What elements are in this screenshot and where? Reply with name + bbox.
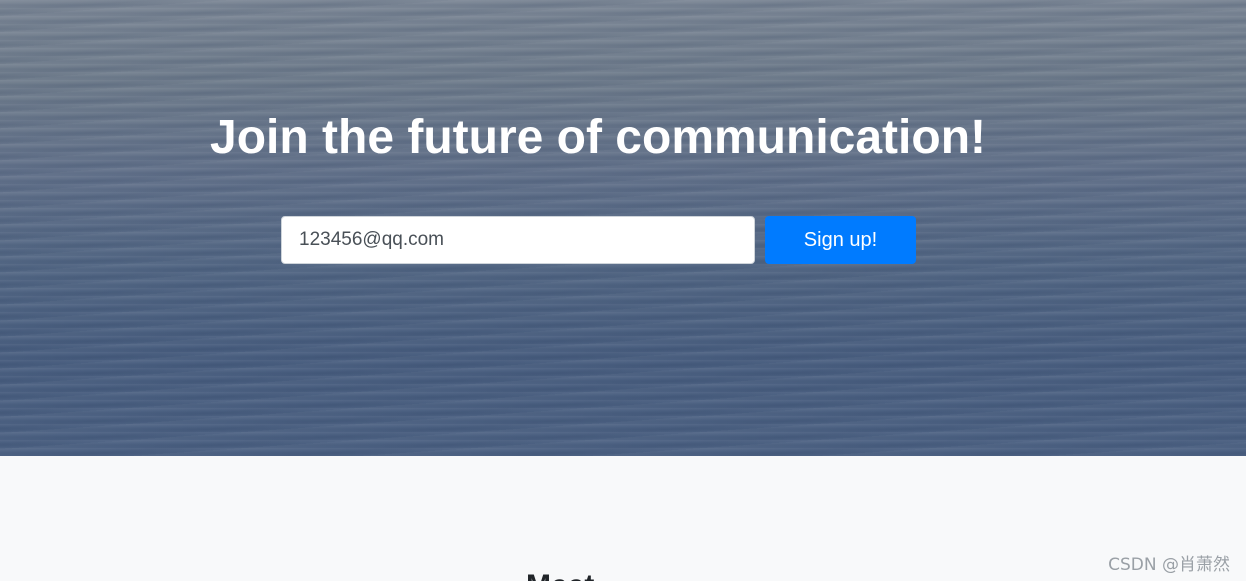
section-heading: Meet ... (526, 568, 628, 581)
hero-title: Join the future of communication! (210, 111, 986, 164)
features-section: Meet ... (0, 456, 1246, 581)
signup-button[interactable]: Sign up! (765, 216, 916, 264)
watermark: CSDN @肖萧然 (1108, 555, 1230, 575)
hero-section: Join the future of communication! Sign u… (0, 0, 1246, 456)
email-input[interactable] (281, 216, 755, 264)
